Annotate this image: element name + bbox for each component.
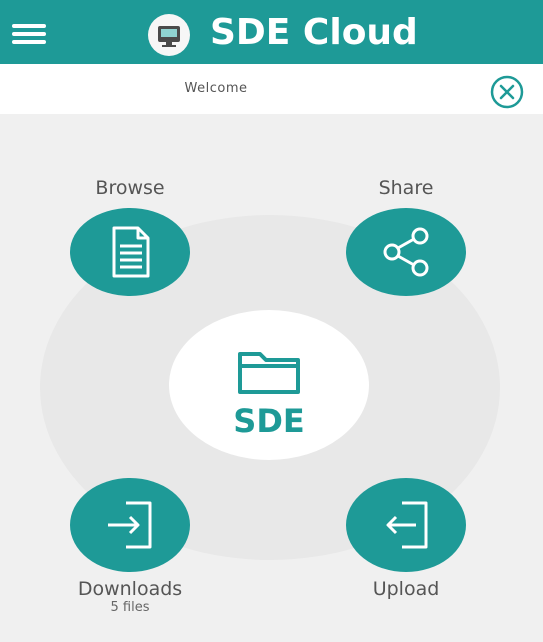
- share-button[interactable]: [346, 208, 466, 296]
- downloads-count: 5 files: [110, 600, 150, 615]
- upload-icon: [386, 501, 428, 549]
- cloud-drive-logo-icon: [148, 14, 190, 56]
- center-label: SDE: [233, 402, 305, 440]
- hamburger-menu-icon: [12, 24, 46, 28]
- folder-icon: [238, 352, 300, 394]
- center-sde-button[interactable]: SDE: [169, 310, 369, 460]
- hamburger-menu-icon-line: [12, 32, 46, 36]
- downloads-label: Downloads: [77, 578, 183, 600]
- browse-button[interactable]: [70, 208, 190, 296]
- close-button[interactable]: [489, 74, 525, 110]
- welcome-bar: Welcome: [0, 64, 543, 114]
- browse-label: Browse: [95, 177, 165, 199]
- hamburger-menu-icon-line: [12, 40, 46, 44]
- app-header: SDE Cloud: [0, 0, 543, 64]
- document-icon: [112, 226, 150, 278]
- menu-button[interactable]: [12, 24, 48, 44]
- download-icon: [108, 501, 152, 549]
- share-label: Share: [378, 177, 434, 199]
- close-circle-icon: [490, 75, 524, 109]
- upload-button[interactable]: [346, 478, 466, 572]
- welcome-text: Welcome: [184, 81, 248, 96]
- downloads-button[interactable]: [70, 478, 190, 572]
- upload-label: Upload: [372, 578, 440, 600]
- share-icon: [383, 227, 429, 277]
- app-title: SDE Cloud: [210, 12, 418, 53]
